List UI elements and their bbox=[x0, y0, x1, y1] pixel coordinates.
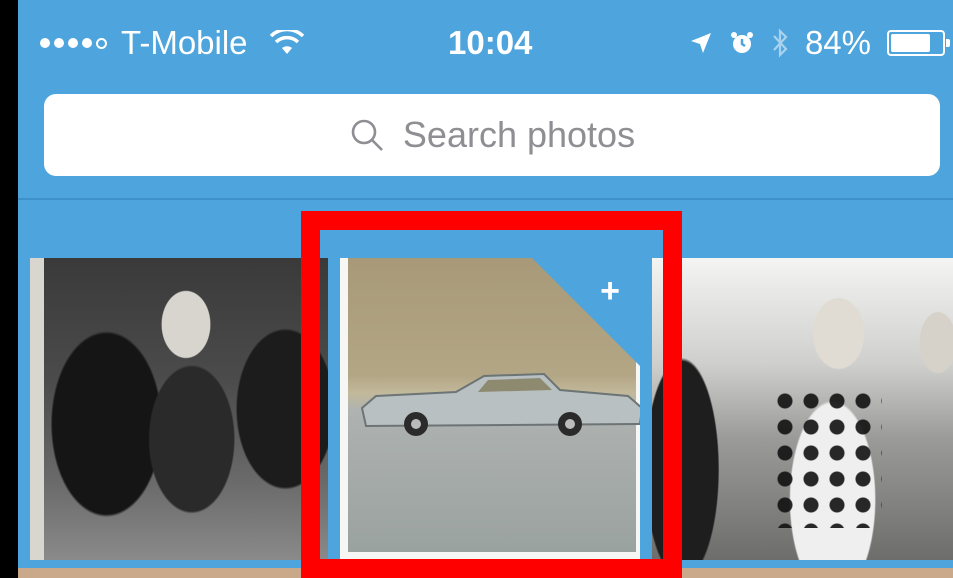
search-icon bbox=[351, 119, 383, 151]
alarm-icon bbox=[730, 32, 753, 53]
signal-dot bbox=[40, 38, 50, 48]
plus-icon[interactable]: + bbox=[590, 272, 630, 311]
carrier-group: T-Mobile bbox=[40, 24, 304, 62]
bluetooth-icon bbox=[773, 28, 788, 58]
photo-tile[interactable] bbox=[652, 258, 953, 560]
photo-tile[interactable] bbox=[30, 258, 328, 560]
app-screen: T-Mobile 10:04 84% Search photos + bbox=[18, 0, 953, 578]
next-row-photo-strip bbox=[18, 568, 953, 578]
car-image bbox=[360, 372, 640, 436]
status-bar: T-Mobile 10:04 84% bbox=[18, 0, 953, 84]
wifi-icon bbox=[269, 30, 304, 54]
battery-fill bbox=[891, 34, 930, 52]
family-group-photo bbox=[652, 258, 953, 560]
status-time: 10:04 bbox=[448, 24, 533, 61]
polka-dot-dress bbox=[772, 388, 882, 528]
woman-with-horses-photo bbox=[44, 258, 328, 560]
signal-strength-icon bbox=[40, 37, 107, 49]
battery-nub bbox=[946, 39, 950, 47]
location-arrow-icon bbox=[690, 33, 711, 53]
status-right-group: 84% bbox=[689, 24, 950, 62]
header-divider bbox=[18, 198, 953, 200]
search-bar[interactable]: Search photos bbox=[44, 94, 940, 176]
signal-dot-empty bbox=[96, 37, 107, 49]
carrier-name: T-Mobile bbox=[121, 24, 248, 61]
photo-tile-selected[interactable]: + bbox=[340, 258, 640, 560]
signal-dot bbox=[54, 38, 64, 48]
battery-percent: 84% bbox=[804, 24, 871, 61]
battery-icon bbox=[887, 30, 950, 56]
search-placeholder: Search photos bbox=[402, 114, 636, 155]
signal-dot bbox=[68, 38, 78, 48]
signal-dot bbox=[82, 38, 92, 48]
